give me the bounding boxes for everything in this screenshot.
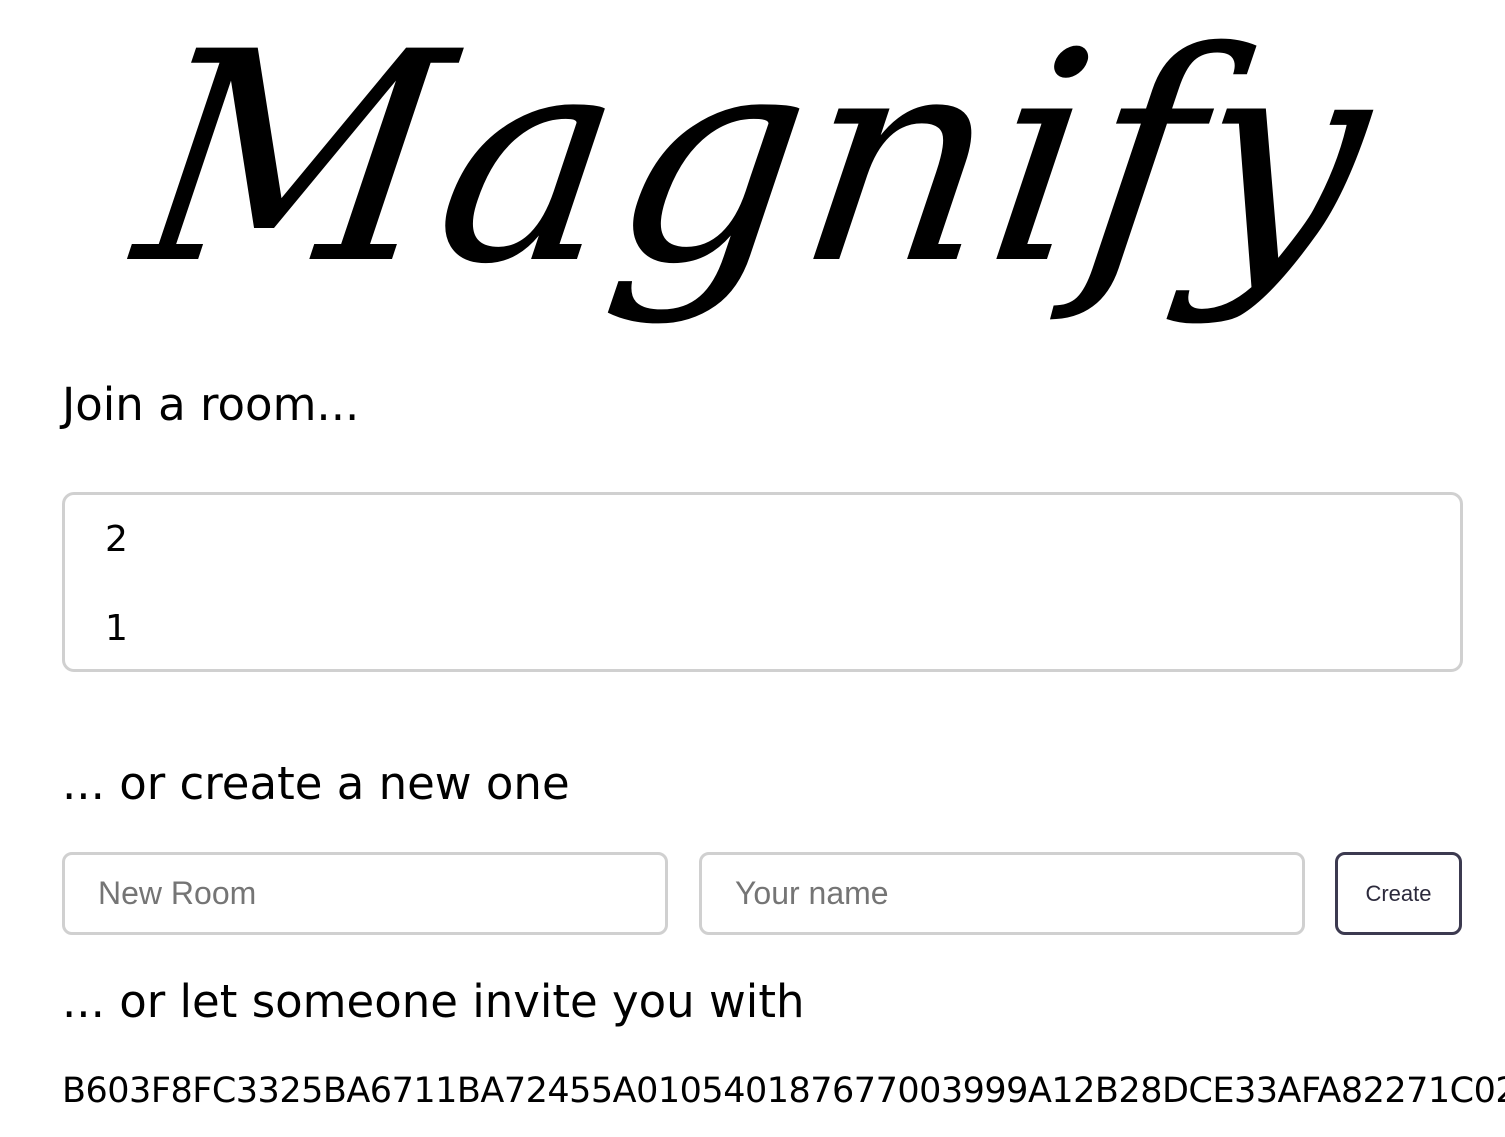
room-list-item[interactable]: 2 <box>105 518 128 562</box>
new-room-input[interactable] <box>62 852 668 935</box>
page: Magnify Join a room... 2 1 ... or create… <box>0 0 1505 1137</box>
invite-code: B603F8FC3325BA6711BA72455A01054018767700… <box>62 1071 1505 1111</box>
room-list-item[interactable]: 1 <box>105 607 128 651</box>
create-button[interactable]: Create <box>1335 852 1462 935</box>
create-room-heading: ... or create a new one <box>62 757 570 810</box>
room-list: 2 1 <box>62 492 1463 672</box>
invite-heading: ... or let someone invite you with <box>62 975 805 1028</box>
your-name-input[interactable] <box>699 852 1305 935</box>
app-logo: Magnify <box>121 0 1390 328</box>
join-room-heading: Join a room... <box>62 378 360 431</box>
